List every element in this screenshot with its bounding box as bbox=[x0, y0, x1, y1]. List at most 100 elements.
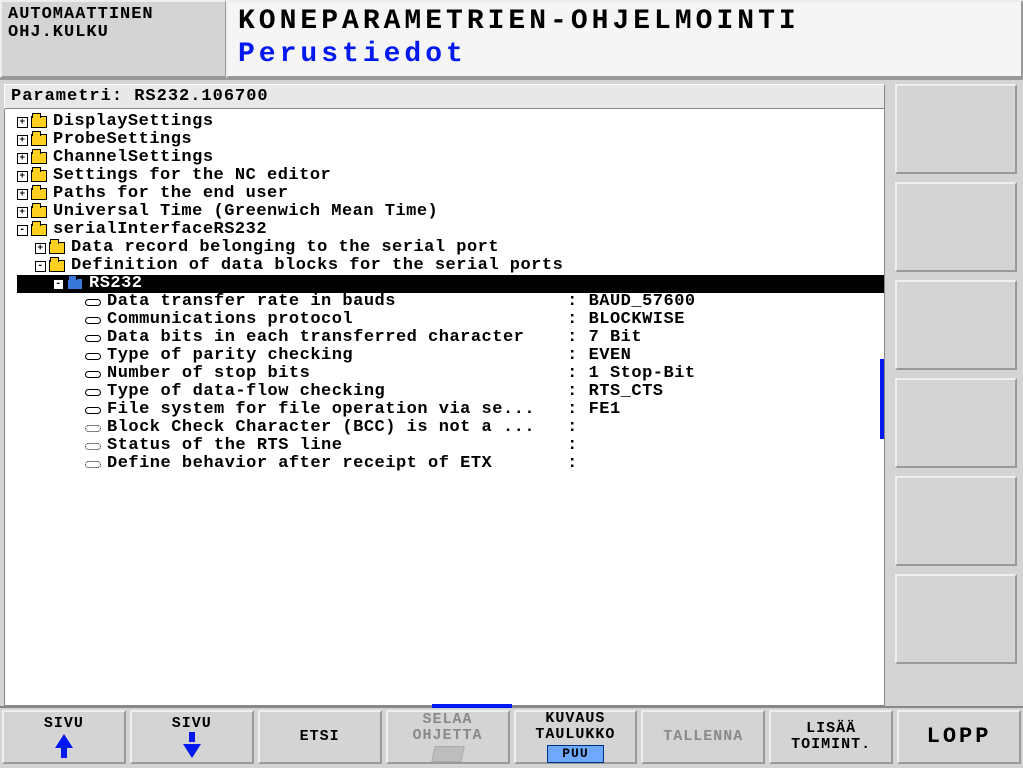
softkey-browse-help[interactable]: SELAA OHJETTA bbox=[386, 710, 510, 764]
side-slot-3[interactable] bbox=[895, 280, 1017, 370]
softkey-row: SIVU SIVU ETSI SELAA OHJETTA KUVAUS TAUL… bbox=[0, 706, 1023, 766]
tree-label: Define behavior after receipt of ETX : bbox=[107, 455, 589, 473]
arrow-stem-icon bbox=[61, 748, 67, 758]
arrow-stem-icon bbox=[189, 732, 195, 742]
softkey-save[interactable]: TALLENNA bbox=[641, 710, 765, 764]
folder-icon bbox=[49, 260, 65, 272]
mode-line-1: AUTOMAATTINEN bbox=[8, 6, 219, 24]
softkey-more-functions[interactable]: LISÄÄ TOIMINT. bbox=[769, 710, 893, 764]
side-slot-4[interactable] bbox=[895, 378, 1017, 468]
softkey-label-line2: OHJETTA bbox=[413, 728, 483, 744]
expand-icon[interactable]: + bbox=[17, 189, 28, 200]
right-softkey-column bbox=[889, 80, 1023, 706]
tree-label: ProbeSettings bbox=[53, 131, 192, 149]
tree-parameter[interactable]: Communications protocol : BLOCKWISE bbox=[17, 311, 884, 329]
book-icon bbox=[431, 746, 464, 762]
tree-parameter[interactable]: Define behavior after receipt of ETX : bbox=[17, 455, 884, 473]
tree-label: RS232 bbox=[89, 275, 143, 293]
arrow-down-icon bbox=[183, 744, 201, 758]
softkey-label-line2: TOIMINT. bbox=[791, 737, 871, 753]
softkey-label-line1: SELAA bbox=[423, 712, 473, 728]
softkey-page-down[interactable]: SIVU bbox=[130, 710, 254, 764]
softkey-end[interactable]: LOPP bbox=[897, 710, 1021, 764]
parameter-icon bbox=[85, 299, 101, 306]
tree-parameter[interactable]: Data transfer rate in bauds : BAUD_57600 bbox=[17, 293, 884, 311]
tree-label: Definition of data blocks for the serial… bbox=[71, 257, 563, 275]
tree-folder[interactable]: +Universal Time (Greenwich Mean Time) bbox=[17, 203, 884, 221]
softkey-label-line1: LISÄÄ bbox=[806, 721, 856, 737]
page-title: KONEPARAMETRIEN-OHJELMOINTI bbox=[238, 6, 1011, 37]
tree-parameter[interactable]: File system for file operation via se...… bbox=[17, 401, 884, 419]
main-row: Parametri: RS232.106700 +DisplaySettings… bbox=[0, 80, 1023, 706]
tree-folder[interactable]: + ProbeSettings bbox=[17, 131, 884, 149]
scrollbar-indicator[interactable] bbox=[880, 359, 884, 439]
softkey-find[interactable]: ETSI bbox=[258, 710, 382, 764]
expand-icon[interactable]: - bbox=[53, 279, 64, 290]
tree-label: ChannelSettings bbox=[53, 149, 214, 167]
softkey-toggle-tree[interactable]: PUU bbox=[547, 745, 603, 763]
folder-open-selected-icon bbox=[67, 278, 83, 290]
tree-label: File system for file operation via se...… bbox=[107, 401, 621, 419]
softkey-label: ETSI bbox=[300, 729, 340, 745]
tree-label: Paths for the end user bbox=[53, 185, 288, 203]
tree-folder[interactable]: - Definition of data blocks for the seria… bbox=[17, 257, 884, 275]
parameter-icon bbox=[85, 317, 101, 324]
expand-icon[interactable]: + bbox=[35, 243, 46, 254]
tree-parameter[interactable]: Data bits in each transferred character … bbox=[17, 329, 884, 347]
expand-icon[interactable]: - bbox=[17, 225, 28, 236]
tree-label: Data record belonging to the serial port bbox=[71, 239, 499, 257]
expand-icon[interactable]: + bbox=[17, 207, 28, 218]
side-slot-1[interactable] bbox=[895, 84, 1017, 174]
title-box: KONEPARAMETRIEN-OHJELMOINTI Perustiedot bbox=[226, 0, 1023, 78]
expand-icon[interactable]: - bbox=[35, 261, 46, 272]
side-slot-6[interactable] bbox=[895, 574, 1017, 664]
tree-label: Number of stop bits : 1 Stop-Bit bbox=[107, 365, 696, 383]
tree-parameter[interactable]: Type of parity checking : EVEN bbox=[17, 347, 884, 365]
expand-icon[interactable]: + bbox=[17, 117, 28, 128]
tree-label: Type of data-flow checking : RTS_CTS bbox=[107, 383, 664, 401]
softkey-page-up[interactable]: SIVU bbox=[2, 710, 126, 764]
page-subtitle: Perustiedot bbox=[238, 39, 1011, 70]
parameter-icon bbox=[85, 371, 101, 378]
parameter-icon bbox=[85, 425, 101, 432]
parameter-icon bbox=[85, 389, 101, 396]
folder-icon bbox=[31, 116, 47, 128]
tree-label: Settings for the NC editor bbox=[53, 167, 331, 185]
folder-icon bbox=[49, 242, 65, 254]
tree-label: DisplaySettings bbox=[53, 113, 214, 131]
tree-parameter[interactable]: Block Check Character (BCC) is not a ...… bbox=[17, 419, 884, 437]
softkey-label-line2: TAULUKKO bbox=[535, 727, 615, 743]
side-slot-2[interactable] bbox=[895, 182, 1017, 272]
tree-label: Block Check Character (BCC) is not a ...… bbox=[107, 419, 589, 437]
parameter-tree[interactable]: + DisplaySettings + ProbeSettings + ChannelSe… bbox=[4, 109, 885, 706]
folder-icon bbox=[31, 134, 47, 146]
softkey-description-table[interactable]: KUVAUS TAULUKKO PUU bbox=[514, 710, 638, 764]
folder-icon bbox=[31, 152, 47, 164]
tree-folder[interactable]: + Paths for the end user bbox=[17, 185, 884, 203]
tree-parameter[interactable]: Type of data-flow checking : RTS_CTS bbox=[17, 383, 884, 401]
parameter-icon bbox=[85, 443, 101, 450]
mode-line-2: OHJ.KULKU bbox=[8, 24, 219, 42]
tree-parameter[interactable]: Number of stop bits : 1 Stop-Bit bbox=[17, 365, 884, 383]
tree-folder[interactable]: - serialInterfaceRS232 bbox=[17, 221, 884, 239]
content-panel: Parametri: RS232.106700 +DisplaySettings… bbox=[0, 80, 889, 706]
arrow-up-icon bbox=[55, 734, 73, 748]
softkey-label: LOPP bbox=[927, 729, 992, 745]
tree-label: Status of the RTS line : bbox=[107, 437, 589, 455]
expand-icon[interactable]: + bbox=[17, 171, 28, 182]
softkey-label: SIVU bbox=[172, 716, 212, 732]
tree-parameter[interactable]: Status of the RTS line : bbox=[17, 437, 884, 455]
tree-folder[interactable]: + Settings for the NC editor bbox=[17, 167, 884, 185]
tree-folder[interactable]: + ChannelSettings bbox=[17, 149, 884, 167]
tree-label: serialInterfaceRS232 bbox=[53, 221, 267, 239]
tree-folder[interactable]: + Data record belonging to the serial por… bbox=[17, 239, 884, 257]
parameter-icon bbox=[85, 461, 101, 468]
tree-label: Type of parity checking : EVEN bbox=[107, 347, 631, 365]
expand-icon[interactable]: + bbox=[17, 153, 28, 164]
tree-folder[interactable]: + DisplaySettings bbox=[17, 113, 884, 131]
tree-label: Data transfer rate in bauds : BAUD_57600 bbox=[107, 293, 696, 311]
tree-folder-selected[interactable]: - RS232 bbox=[17, 275, 884, 293]
side-slot-5[interactable] bbox=[895, 476, 1017, 566]
expand-icon[interactable]: + bbox=[17, 135, 28, 146]
parameter-icon bbox=[85, 353, 101, 360]
